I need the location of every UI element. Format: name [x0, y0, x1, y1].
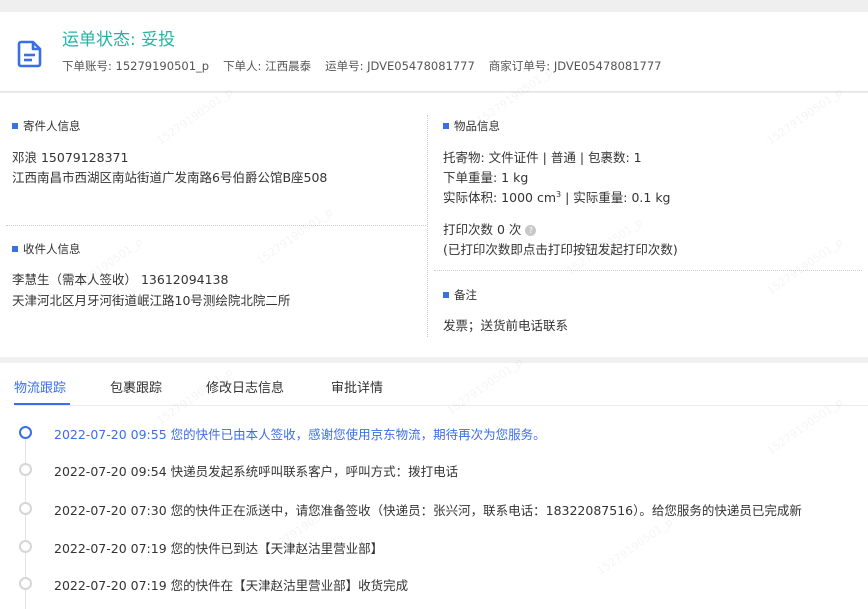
tracking-panel: 物流跟踪 包裹跟踪 修改日志信息 审批详情 2022-07-20 09:55 您…: [0, 363, 868, 609]
waybill-status: 运单状态: 妥投: [62, 30, 176, 50]
timeline-event-text: 2022-07-20 09:55 您的快件已由本人签收，感谢您使用京东物流，期待…: [54, 427, 546, 442]
timeline-item: 2022-07-20 07:19 您的快件在【天津赵沽里营业部】收货完成: [0, 574, 868, 594]
waybill-header: 运单状态: 妥投 下单账号: 15279190501_p 下单人: 江西晨泰 运单号…: [0, 12, 868, 92]
help-icon[interactable]: ?: [525, 225, 537, 236]
timeline-item: 2022-07-20 09:55 您的快件已由本人签收，感谢您使用京东物流，期待…: [0, 423, 868, 443]
tabs-baseline: [14, 405, 868, 406]
divider: [434, 270, 862, 271]
receiver-section-title: 收件人信息: [12, 241, 81, 257]
tab-change-log[interactable]: 修改日志信息: [206, 377, 284, 396]
section-marker-icon: [12, 246, 18, 252]
active-tab-indicator: [14, 403, 70, 405]
sender-address: 江西南昌市西湖区南站街道广发南路6号伯爵公馆B座508: [12, 170, 328, 185]
receiver-name-phone: 李慧生（需本人签收） 13612094138: [12, 272, 229, 287]
actual-volume-weight: 实际体积: 1000 cm3 | 实际重量: 0.1 kg: [443, 189, 671, 205]
remark-section-title: 备注: [443, 287, 477, 303]
timeline-dot-icon: [19, 502, 32, 515]
timeline-event-text: 2022-07-20 07:19 您的快件已到达【天津赵沽里营业部】: [54, 541, 384, 556]
order-info-panel: 寄件人信息 邓浪 15079128371 江西南昌市西湖区南站街道广发南路6号伯…: [0, 93, 868, 357]
merchant-order-number: 商家订单号: JDVE05478081777: [488, 59, 662, 73]
print-count-note: (已打印次数即点击打印按钮发起打印次数): [443, 242, 678, 257]
tab-logistics-tracking[interactable]: 物流跟踪: [14, 377, 66, 396]
section-marker-icon: [443, 123, 449, 129]
timeline-dot-icon: [19, 463, 32, 476]
goods-section-title: 物品信息: [443, 118, 500, 134]
timeline-event-text: 2022-07-20 07:19 您的快件在【天津赵沽里营业部】收货完成: [54, 578, 409, 593]
document-icon: [17, 40, 42, 68]
timeline-item: 2022-07-20 09:54 快递员发起系统呼叫联系客户，呼叫方式：拨打电话: [0, 460, 868, 480]
timeline-event-text: 2022-07-20 07:30 您的快件正在派送中，请您准备签收（快递员：张兴…: [54, 503, 802, 518]
timeline-item: 2022-07-20 07:19 您的快件已到达【天津赵沽里营业部】: [0, 537, 868, 557]
timeline-dot-icon: [19, 577, 32, 590]
receiver-address: 天津河北区月牙河街道岷江路10号测绘院北院二所: [12, 293, 291, 308]
section-marker-icon: [443, 292, 449, 298]
orderer-name: 江西晨泰: [265, 59, 312, 73]
waybill-number: 运单号: JDVE05478081777: [325, 59, 475, 73]
print-count: 打印次数 0 次?: [443, 219, 537, 238]
tab-approval-details[interactable]: 审批详情: [331, 377, 383, 396]
waybill-meta: 下单账号: 15279190501_p 下单人: 江西晨泰 运单号: JDVE054…: [62, 58, 662, 74]
remark-text: 发票；送货前电话联系: [443, 318, 569, 333]
account-number: 下单账号: 15279190501_p: [62, 59, 210, 73]
sender-name-phone: 邓浪 15079128371: [12, 150, 129, 165]
divider: [427, 115, 428, 337]
order-weight: 下单重量: 1 kg: [443, 170, 529, 185]
sender-section-title: 寄件人信息: [12, 118, 81, 134]
timeline-item: 2022-07-20 07:30 您的快件正在派送中，请您准备签收（快递员：张兴…: [0, 499, 868, 519]
timeline-dot-icon: [19, 540, 32, 553]
orderer-label: 下单人:: [223, 59, 262, 73]
timeline-event-text: 2022-07-20 09:54 快递员发起系统呼叫联系客户，呼叫方式：拨打电话: [54, 464, 459, 479]
tab-package-tracking[interactable]: 包裹跟踪: [110, 377, 162, 396]
goods-type: 托寄物: 文件证件 | 普通 | 包裹数: 1: [443, 150, 642, 165]
section-marker-icon: [12, 123, 18, 129]
tracking-tabs: 物流跟踪 包裹跟踪 修改日志信息 审批详情: [0, 363, 868, 408]
timeline-dot-icon: [19, 426, 32, 439]
top-band: [0, 0, 868, 12]
divider: [6, 225, 426, 226]
